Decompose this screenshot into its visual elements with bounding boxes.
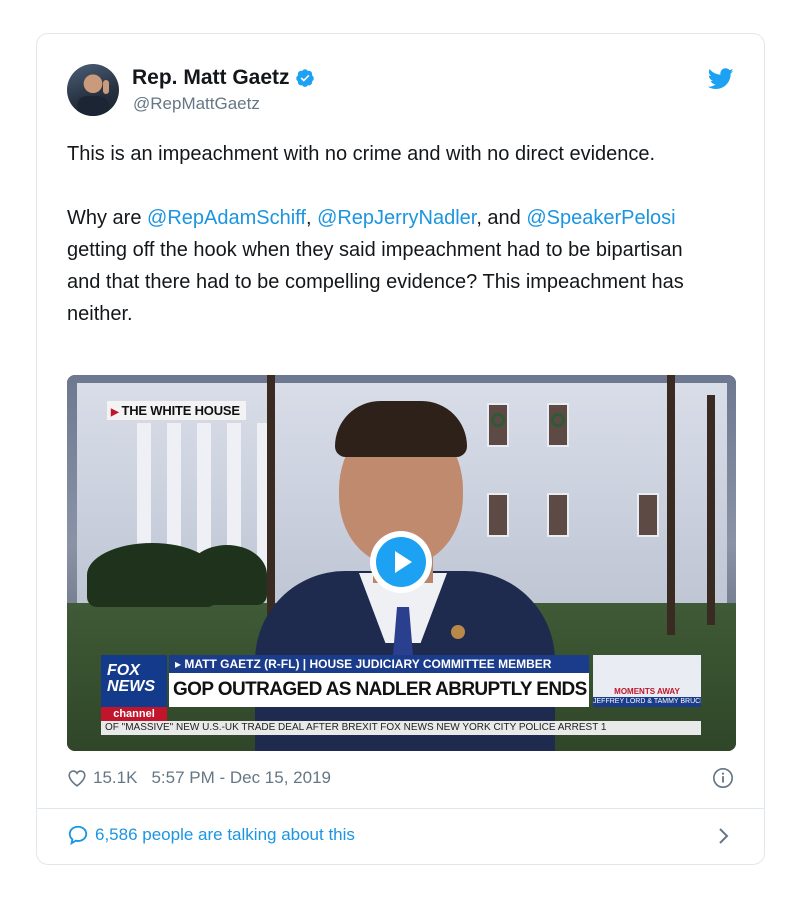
text-segment: Why are xyxy=(67,207,148,229)
mention-link-jerry-nadler[interactable]: @RepJerryNadler xyxy=(317,207,476,229)
location-tag: ▶ THE WHITE HOUSE xyxy=(107,401,246,420)
text-segment: getting off the hook when they said impe… xyxy=(67,239,684,325)
text-segment: , and xyxy=(476,207,527,229)
window xyxy=(487,493,509,537)
heart-icon[interactable] xyxy=(67,769,87,787)
fox-news-logo: FOX NEWS channel xyxy=(101,655,167,721)
tweet-paragraph-1: This is an impeachment with no crime and… xyxy=(67,143,656,165)
news-lower-third: FOX NEWS channel ▸ MATT GAETZ (R-FL) | H… xyxy=(101,655,701,721)
fox-logo-channel: channel xyxy=(101,707,167,721)
play-icon xyxy=(376,537,426,587)
info-icon[interactable] xyxy=(712,767,734,789)
triangle-icon: ▶ xyxy=(111,407,119,418)
avatar-suit xyxy=(77,96,109,116)
bush xyxy=(187,545,267,605)
play-triangle xyxy=(395,551,412,573)
tree xyxy=(267,375,275,615)
location-tag-label: THE WHITE HOUSE xyxy=(121,403,241,418)
lapel-pin xyxy=(451,625,465,639)
fox-logo-line1: FOX xyxy=(107,662,140,679)
promo-box: MOMENTS AWAY JEFFREY LORD & TAMMY BRUCE xyxy=(593,655,701,707)
window xyxy=(637,493,659,537)
conversation-link[interactable]: 6,586 people are talking about this xyxy=(67,824,355,846)
twitter-bird-icon[interactable] xyxy=(708,68,734,90)
promo-names: JEFFREY LORD & TAMMY BRUCE xyxy=(593,697,701,707)
wreath xyxy=(491,413,505,427)
tweet-paragraph-2: Why are @RepAdamSchiff, @RepJerryNadler,… xyxy=(67,202,717,330)
chevron-right-icon[interactable] xyxy=(718,827,730,845)
like-count[interactable]: 15.1K xyxy=(93,768,137,788)
mention-link-adam-schiff[interactable]: @RepAdamSchiff xyxy=(147,207,306,229)
window xyxy=(547,493,569,537)
wreath xyxy=(551,413,565,427)
text-segment: , xyxy=(305,207,318,229)
play-button[interactable] xyxy=(370,531,432,593)
mention-link-speaker-pelosi[interactable]: @SpeakerPelosi xyxy=(526,207,675,229)
anchor-hair xyxy=(335,401,467,457)
avatar-hand xyxy=(103,80,109,94)
author-name[interactable]: Rep. Matt Gaetz xyxy=(132,66,290,90)
tweet-card: Rep. Matt Gaetz @RepMattGaetz This is an… xyxy=(36,33,765,865)
tree xyxy=(707,395,715,625)
chyron-subtitle: ▸ MATT GAETZ (R-FL) | HOUSE JUDICIARY CO… xyxy=(169,655,589,673)
author-avatar[interactable] xyxy=(67,64,119,116)
conversation-count-label: 6,586 people are talking about this xyxy=(95,825,355,844)
author-handle[interactable]: @RepMattGaetz xyxy=(133,94,260,114)
tweet-meta: 15.1K 5:57 PM - Dec 15, 2019 xyxy=(67,768,331,788)
divider xyxy=(37,808,764,809)
fox-logo-line2: NEWS xyxy=(107,678,155,695)
tree xyxy=(667,375,675,635)
promo-moments-away: MOMENTS AWAY xyxy=(614,687,680,696)
video-player[interactable]: ▶ THE WHITE HOUSE FOX NEWS channel ▸ MATT… xyxy=(67,375,736,751)
news-ticker: OF "MASSIVE" NEW U.S.-UK TRADE DEAL AFTE… xyxy=(101,721,701,735)
chyron-headline: GOP OUTRAGED AS NADLER ABRUPTLY ENDS HEA… xyxy=(169,673,589,707)
tweet-timestamp[interactable]: 5:57 PM - Dec 15, 2019 xyxy=(151,768,331,788)
tweet-text: This is an impeachment with no crime and… xyxy=(67,138,717,330)
verified-badge-icon xyxy=(295,69,314,87)
author-name-row: Rep. Matt Gaetz xyxy=(132,66,315,90)
speech-bubble-icon xyxy=(68,825,88,846)
